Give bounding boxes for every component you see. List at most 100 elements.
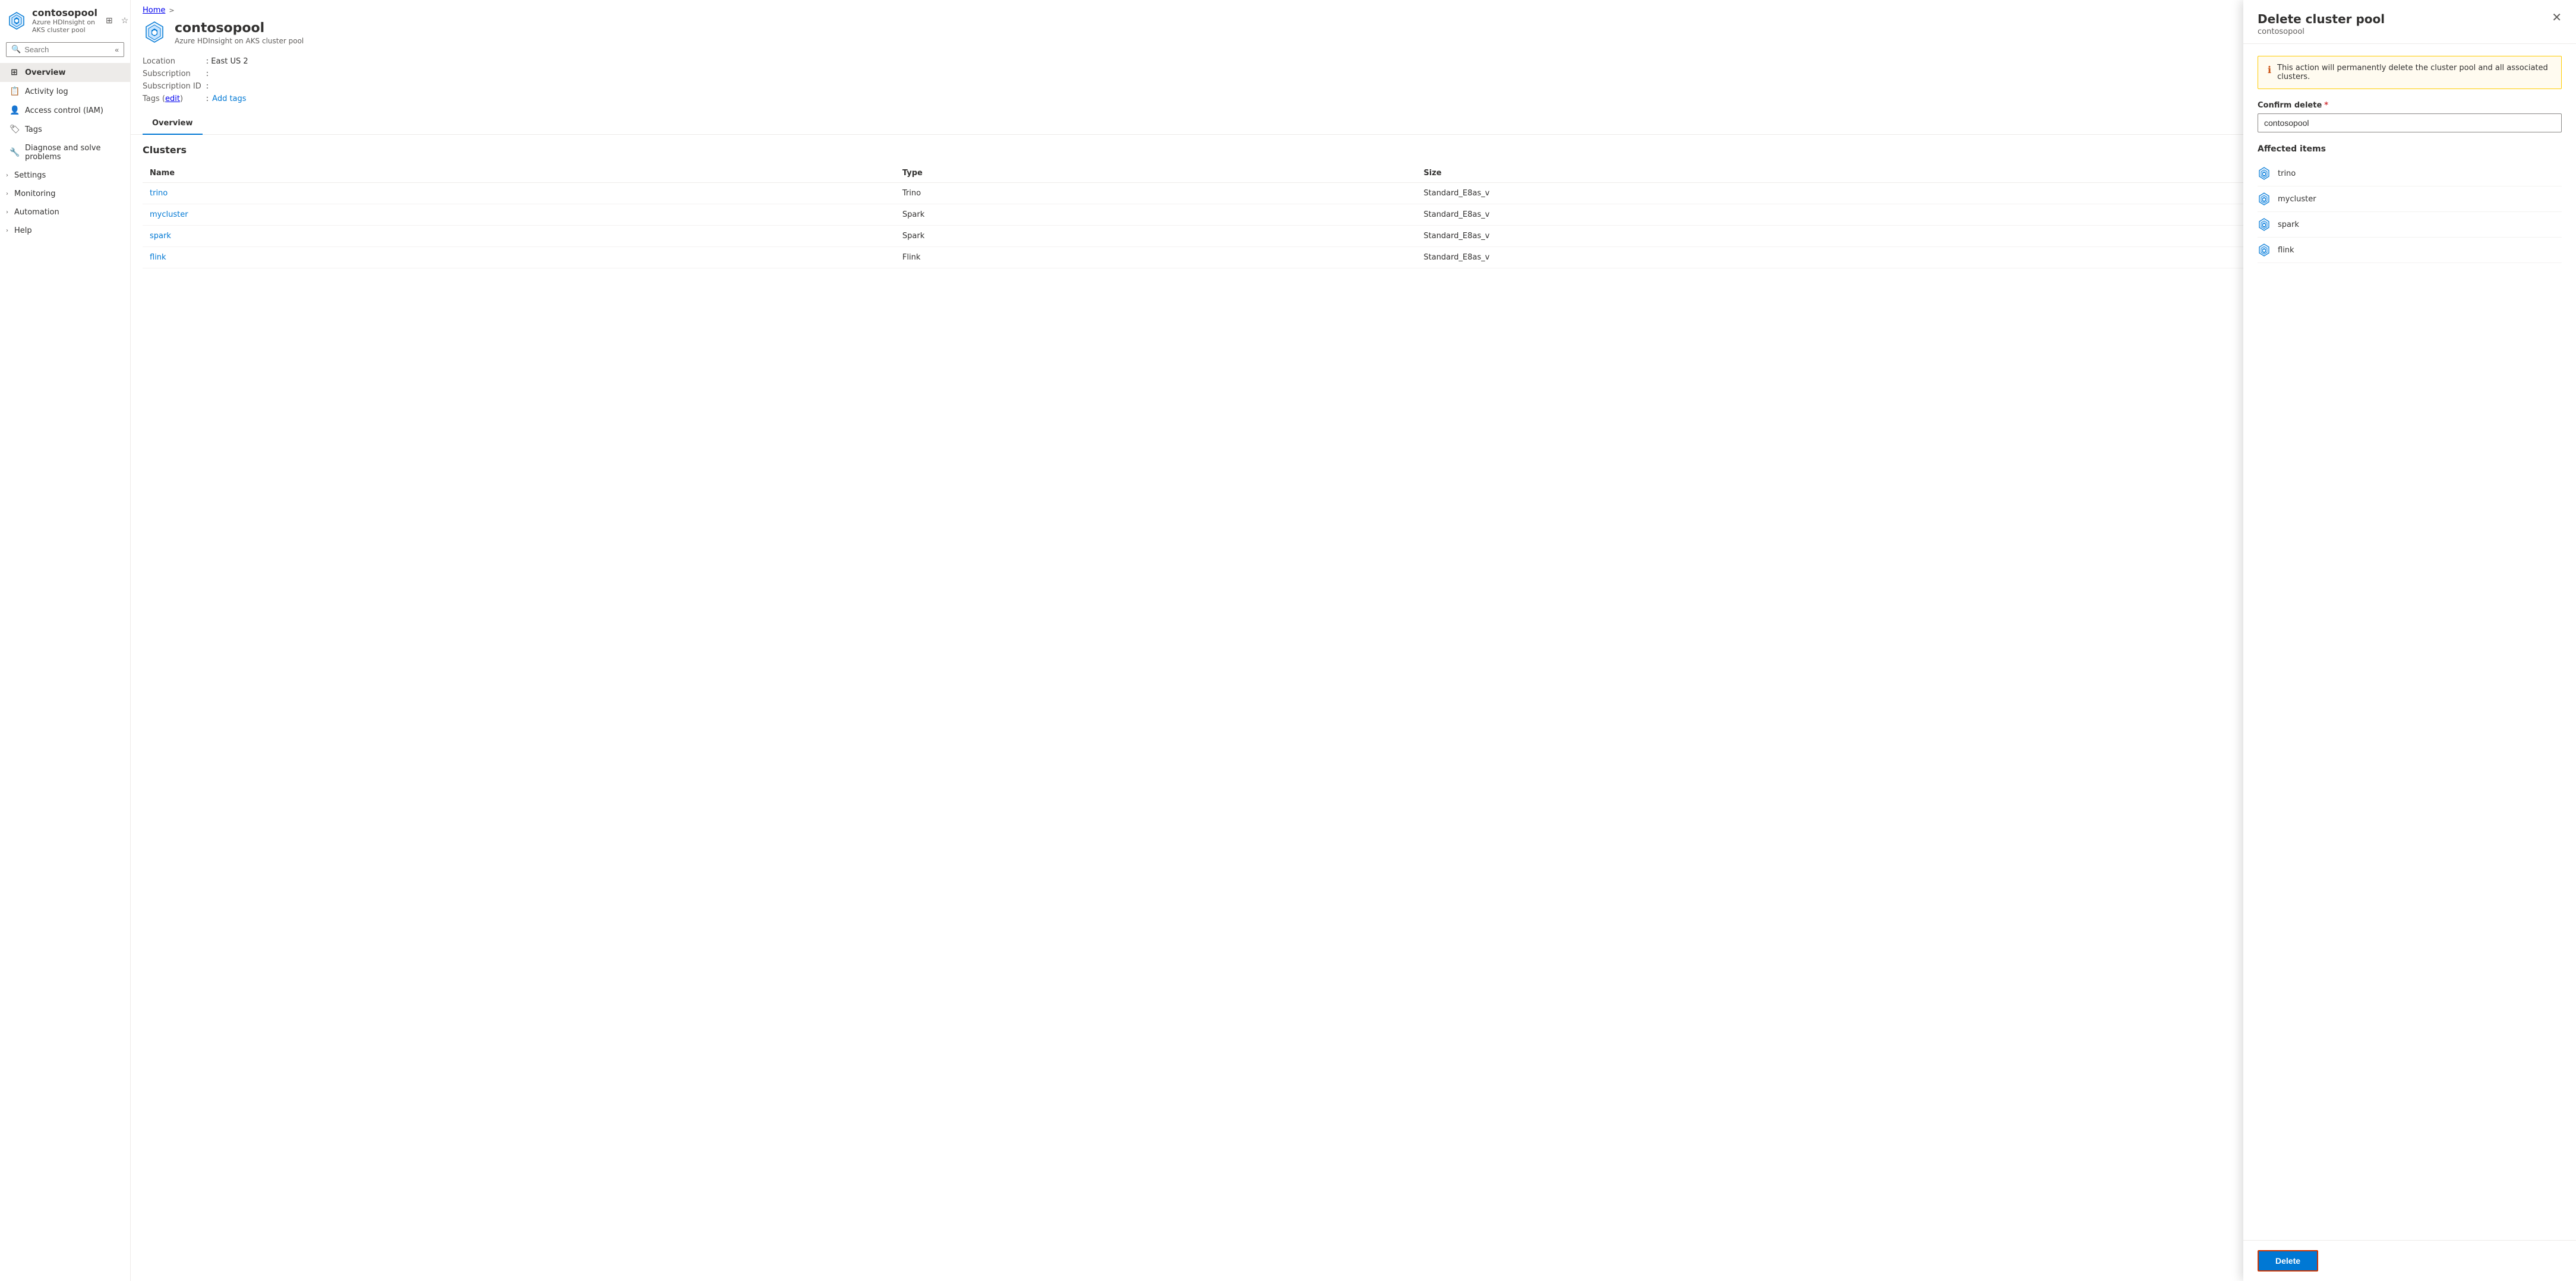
subscription-id-value: :	[206, 82, 2564, 91]
cluster-type-cell: Flink	[895, 247, 1416, 268]
cluster-name-cell: spark	[143, 226, 895, 247]
cluster-type-cell: Spark	[895, 226, 1416, 247]
warning-text: This action will permanently delete the …	[2277, 64, 2552, 81]
clusters-table: Name Type Size trino Trino Standard_E8as…	[143, 164, 2564, 268]
tags-value: : Add tags	[206, 94, 2564, 103]
cluster-link[interactable]: spark	[150, 232, 171, 241]
col-name: Name	[143, 164, 895, 183]
sidebar-item-label: Overview	[25, 68, 66, 77]
sidebar-item-activity-log[interactable]: 📋 Activity log	[0, 82, 130, 101]
app-subtitle: Azure HDInsight on AKS cluster pool	[32, 18, 97, 34]
panel-body: ℹ This action will permanently delete th…	[2243, 44, 2576, 1240]
breadcrumb: Home >	[131, 0, 2576, 21]
sidebar-item-monitoring[interactable]: › Monitoring	[0, 185, 130, 203]
sidebar-item-overview[interactable]: ⊞ Overview	[0, 63, 130, 82]
affected-item-icon	[2258, 218, 2271, 231]
sidebar-item-help[interactable]: › Help	[0, 222, 130, 240]
page-header-icon	[143, 21, 166, 45]
cluster-link[interactable]: flink	[150, 253, 166, 262]
sidebar-item-settings[interactable]: › Settings	[0, 166, 130, 185]
overview-icon: ⊞	[10, 68, 19, 77]
sidebar-item-diagnose[interactable]: 🔧 Diagnose and solve problems	[0, 139, 130, 166]
warning-box: ℹ This action will permanently delete th…	[2258, 56, 2562, 89]
clusters-table-body: trino Trino Standard_E8as_v mycluster Sp…	[143, 183, 2564, 268]
affected-title: Affected items	[2258, 144, 2562, 154]
breadcrumb-separator: >	[169, 7, 174, 14]
tags-icon: 🏷	[10, 125, 19, 134]
subscription-id-label: Subscription ID	[143, 82, 201, 91]
panel-footer: Delete	[2243, 1240, 2576, 1281]
breadcrumb-home[interactable]: Home	[143, 6, 165, 15]
sidebar-item-automation[interactable]: › Automation	[0, 203, 130, 222]
cluster-link[interactable]: mycluster	[150, 210, 188, 219]
confirm-delete-input[interactable]	[2258, 113, 2562, 132]
table-row: spark Spark Standard_E8as_v	[143, 226, 2564, 247]
warning-icon: ℹ	[2268, 64, 2271, 75]
affected-items-list: trino mycluster spark flink	[2258, 161, 2562, 263]
clusters-section: Clusters Name Type Size trino Trino Stan…	[131, 135, 2576, 278]
tags-label: Tags (edit)	[143, 94, 201, 103]
search-box[interactable]: 🔍 «	[6, 42, 124, 57]
pin-button[interactable]: ⊞	[103, 14, 115, 27]
affected-item: trino	[2258, 161, 2562, 186]
app-title: contosopool	[32, 7, 97, 18]
affected-item-icon	[2258, 167, 2271, 180]
add-tags-link[interactable]: Add tags	[212, 94, 246, 103]
sidebar-item-label: Tags	[25, 125, 42, 134]
activity-log-icon: 📋	[10, 87, 19, 96]
page-header: contosopool Azure HDInsight on AKS clust…	[131, 21, 2576, 55]
subscription-label: Subscription	[143, 69, 201, 78]
sidebar-item-label: Automation	[14, 208, 59, 217]
close-panel-button[interactable]: ✕	[2552, 12, 2562, 24]
sidebar: contosopool Azure HDInsight on AKS clust…	[0, 0, 131, 1281]
iam-icon: 👤	[10, 106, 19, 115]
affected-item: mycluster	[2258, 186, 2562, 212]
collapse-button[interactable]: «	[115, 46, 119, 54]
tab-overview[interactable]: Overview	[143, 113, 203, 135]
sidebar-title-actions: ⊞ ☆ ···	[103, 14, 131, 27]
cluster-link[interactable]: trino	[150, 189, 168, 198]
sidebar-item-label: Monitoring	[14, 189, 56, 198]
expand-icon: ›	[6, 191, 8, 197]
delete-panel: Delete cluster pool contosopool ✕ ℹ This…	[2243, 0, 2576, 1281]
cluster-name-cell: mycluster	[143, 204, 895, 226]
favorite-button[interactable]: ☆	[119, 14, 131, 27]
search-icon: 🔍	[11, 45, 21, 54]
clusters-table-header: Name Type Size	[143, 164, 2564, 183]
panel-header-text: Delete cluster pool contosopool	[2258, 12, 2385, 36]
sidebar-item-label: Settings	[14, 171, 46, 180]
expand-icon: ›	[6, 209, 8, 216]
main-content: Home > contosopool Azure HDInsight on AK…	[131, 0, 2576, 1281]
confirm-label: Confirm delete *	[2258, 101, 2562, 110]
affected-item: flink	[2258, 238, 2562, 263]
required-indicator: *	[2324, 101, 2328, 110]
affected-item-name: flink	[2278, 246, 2294, 255]
cluster-name-cell: flink	[143, 247, 895, 268]
diagnose-icon: 🔧	[10, 148, 19, 157]
search-input[interactable]	[24, 45, 111, 54]
sidebar-item-label: Activity log	[25, 87, 68, 96]
sidebar-nav: ⊞ Overview 📋 Activity log 👤 Access contr…	[0, 63, 130, 240]
clusters-section-title: Clusters	[143, 144, 2564, 156]
affected-item-icon	[2258, 243, 2271, 257]
sidebar-item-tags[interactable]: 🏷 Tags	[0, 120, 130, 139]
affected-item-name: spark	[2278, 220, 2299, 229]
sidebar-item-access-control[interactable]: 👤 Access control (IAM)	[0, 101, 130, 120]
table-row: trino Trino Standard_E8as_v	[143, 183, 2564, 204]
delete-button[interactable]: Delete	[2258, 1250, 2318, 1271]
affected-item: spark	[2258, 212, 2562, 238]
sidebar-header: contosopool Azure HDInsight on AKS clust…	[0, 0, 130, 39]
page-title: contosopool	[175, 21, 2515, 36]
expand-icon: ›	[6, 172, 8, 179]
affected-item-name: mycluster	[2278, 195, 2316, 204]
sidebar-item-label: Access control (IAM)	[25, 106, 103, 115]
affected-item-name: trino	[2278, 169, 2296, 178]
tab-bar: Overview	[131, 113, 2576, 135]
cluster-type-cell: Trino	[895, 183, 1416, 204]
subscription-value: :	[206, 69, 2564, 78]
page-subtitle: Azure HDInsight on AKS cluster pool	[175, 37, 2515, 45]
table-row: flink Flink Standard_E8as_v	[143, 247, 2564, 268]
tags-edit-link[interactable]: edit	[165, 94, 180, 103]
sidebar-item-label: Diagnose and solve problems	[25, 144, 121, 162]
cluster-type-cell: Spark	[895, 204, 1416, 226]
